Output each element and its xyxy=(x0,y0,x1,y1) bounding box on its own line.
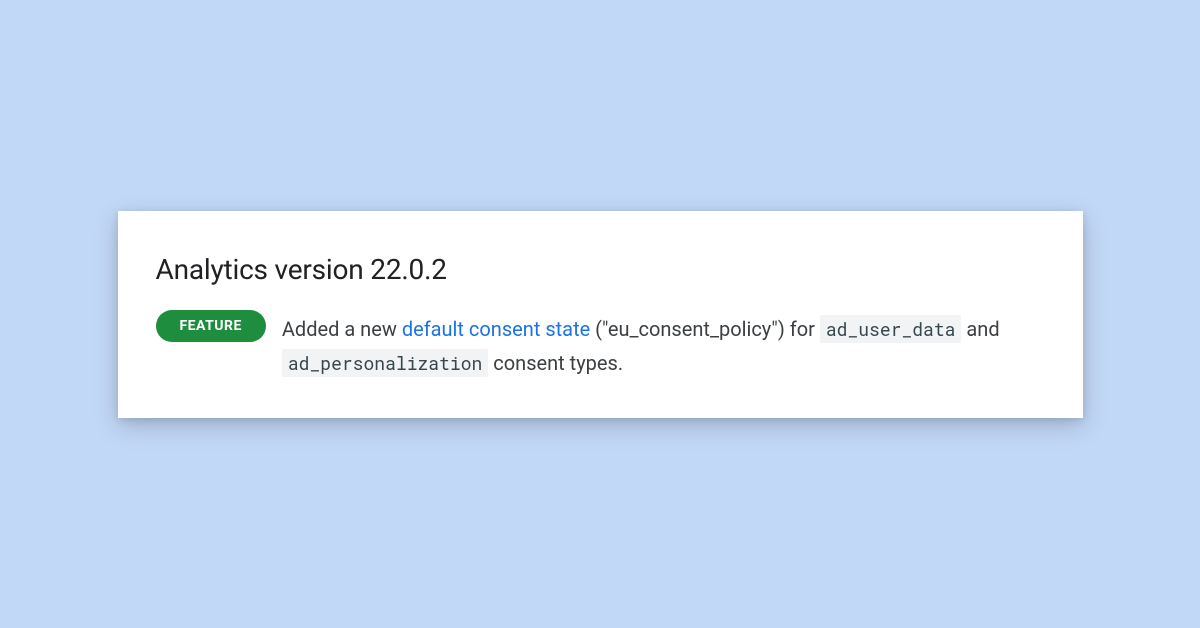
description-text: consent types. xyxy=(488,351,623,375)
code-ad-user-data: ad_user_data xyxy=(820,315,962,343)
card-content-row: FEATURE Added a new default consent stat… xyxy=(156,310,1045,380)
feature-badge: FEATURE xyxy=(156,310,266,342)
card-heading: Analytics version 22.0.2 xyxy=(156,253,1045,286)
feature-description: Added a new default consent state ("eu_c… xyxy=(282,312,1045,380)
default-consent-state-link[interactable]: default consent state xyxy=(402,317,590,341)
code-ad-personalization: ad_personalization xyxy=(282,349,488,377)
description-text: and xyxy=(961,317,999,341)
description-text: ("eu_consent_policy") for xyxy=(590,317,820,341)
description-text: Added a new xyxy=(282,317,402,341)
release-note-card: Analytics version 22.0.2 FEATURE Added a… xyxy=(118,211,1083,418)
